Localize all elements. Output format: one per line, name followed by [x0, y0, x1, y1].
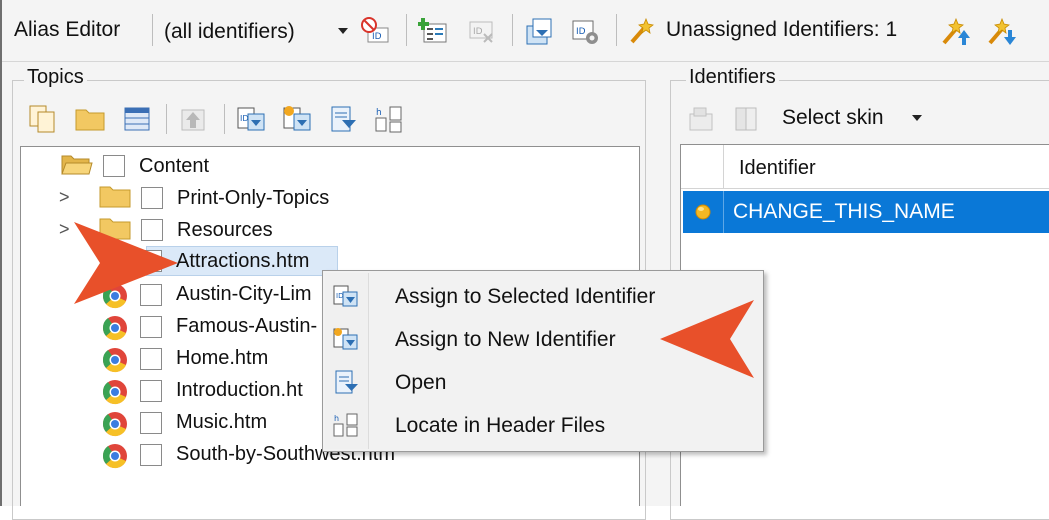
expand-chevron-icon[interactable]: > — [59, 187, 70, 208]
menu-item-label: Locate in Header Files — [395, 414, 606, 437]
browser-icon — [102, 444, 127, 469]
topic-checkbox[interactable] — [140, 444, 162, 466]
toolbar: Alias Editor (all identifiers) ID ID ID … — [2, 0, 1049, 62]
assign-selected-icon[interactable]: ID — [236, 104, 266, 134]
assign-new-icon[interactable] — [282, 104, 312, 134]
tree-item-folder[interactable]: Print-Only-Topics — [177, 187, 329, 210]
identifier-column-header[interactable]: Identifier — [739, 157, 816, 180]
svg-text:ID: ID — [240, 114, 249, 123]
toolbar-separator — [152, 14, 153, 46]
locate-header-icon[interactable]: h — [374, 104, 404, 134]
svg-text:ID: ID — [473, 27, 483, 37]
delete-identifier-icon[interactable]: ID — [466, 16, 496, 46]
folder-icon[interactable] — [74, 104, 106, 134]
up-icon[interactable] — [178, 104, 208, 134]
editor-title: Alias Editor — [14, 18, 121, 41]
add-identifier-icon[interactable] — [418, 16, 448, 46]
topic-checkbox[interactable] — [140, 380, 162, 402]
browser-icon — [102, 412, 127, 437]
toolbar-separator — [166, 104, 167, 134]
tree-item-file[interactable]: Home.htm — [176, 347, 268, 370]
tree-item-file[interactable]: Famous-Austin- — [176, 315, 317, 338]
folder-icon — [99, 186, 131, 208]
assign-new-icon — [333, 328, 358, 350]
svg-text:h: h — [376, 108, 382, 118]
menu-item-label: Open — [395, 371, 447, 394]
svg-text:ID: ID — [336, 292, 343, 300]
table-row[interactable]: CHANGE_THIS_NAME — [683, 191, 1049, 233]
copy-icon[interactable] — [28, 104, 58, 134]
toolbar-separator — [616, 14, 617, 46]
toolbar-separator — [224, 104, 225, 134]
identifier-properties-icon[interactable]: ID — [570, 16, 600, 46]
topics-label: Topics — [24, 66, 87, 89]
topic-checkbox[interactable] — [141, 187, 163, 209]
tree-item-file[interactable]: Introduction.ht — [176, 379, 303, 402]
skin-add-icon[interactable] — [686, 104, 716, 134]
previous-unassigned-icon[interactable] — [940, 16, 970, 46]
unassigned-identifiers-count: Unassigned Identifiers: 1 — [666, 18, 898, 41]
open-icon[interactable] — [328, 104, 358, 134]
tree-item-folder[interactable]: Resources — [177, 219, 273, 242]
wand-icon — [630, 17, 654, 44]
callout-arrow-icon — [74, 222, 178, 304]
tree-item-file[interactable]: Music.htm — [176, 411, 267, 434]
topic-checkbox[interactable] — [140, 348, 162, 370]
identifier-filter-dropdown[interactable]: (all identifiers) — [164, 20, 295, 44]
identifiers-label: Identifiers — [686, 66, 779, 89]
callout-arrow-icon — [660, 300, 754, 378]
topic-checkbox[interactable] — [140, 316, 162, 338]
select-skin-dropdown[interactable]: Select skin — [782, 106, 884, 130]
chevron-down-icon[interactable] — [338, 28, 348, 34]
topic-checkbox[interactable] — [140, 412, 162, 434]
browser-icon — [102, 380, 127, 405]
chevron-down-icon[interactable] — [912, 115, 922, 121]
tree-item-file[interactable]: Attractions.htm — [176, 250, 309, 273]
tree-item-file[interactable]: Austin-City-Lim — [176, 283, 312, 306]
import-identifiers-icon[interactable] — [524, 16, 554, 46]
open-icon — [335, 370, 358, 394]
svg-text:h: h — [334, 414, 339, 423]
topic-checkbox[interactable] — [103, 155, 125, 177]
alias-editor-window: Alias Editor (all identifiers) ID ID ID … — [0, 0, 1049, 520]
identifier-name[interactable]: CHANGE_THIS_NAME — [733, 200, 955, 224]
menu-item-label: Assign to Selected Identifier — [395, 285, 656, 308]
assign-selected-icon: ID — [333, 285, 358, 307]
open-folder-icon — [61, 155, 93, 175]
remove-filter-icon[interactable]: ID — [360, 16, 390, 46]
unassigned-status-icon — [695, 204, 711, 220]
grid-row-divider — [723, 191, 724, 233]
next-unassigned-icon[interactable] — [986, 16, 1016, 46]
svg-text:ID: ID — [576, 27, 586, 37]
svg-text:ID: ID — [372, 32, 382, 42]
menu-item-label: Assign to New Identifier — [395, 328, 616, 351]
table-icon[interactable] — [122, 104, 152, 134]
locate-header-icon: h — [333, 413, 358, 437]
toolbar-separator — [512, 14, 513, 46]
skin-book-icon[interactable] — [732, 104, 762, 134]
tree-item-content[interactable]: Content — [139, 155, 209, 178]
toolbar-separator — [406, 14, 407, 46]
menu-item-locate-header[interactable]: h Locate in Header Files — [325, 404, 763, 446]
grid-header: Identifier — [681, 145, 1049, 189]
browser-icon — [102, 348, 127, 373]
browser-icon — [102, 316, 127, 341]
